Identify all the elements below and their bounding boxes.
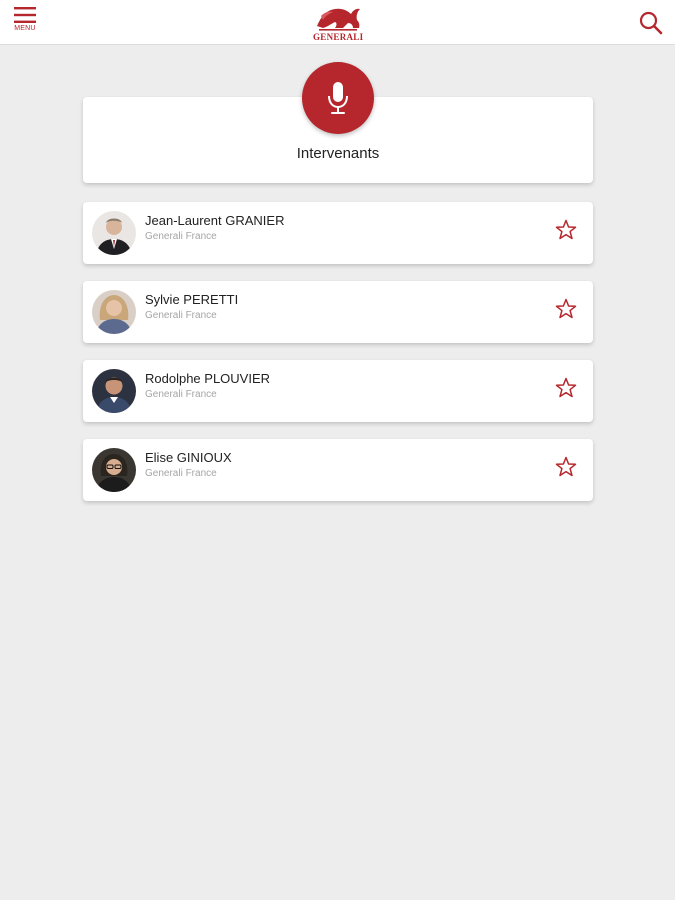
speaker-company: Generali France — [145, 310, 217, 321]
avatar — [92, 369, 136, 413]
speaker-company: Generali France — [145, 468, 217, 479]
logo-text: GENERALI — [313, 32, 364, 42]
menu-label: MENU — [14, 25, 36, 32]
favorite-button[interactable] — [554, 455, 578, 479]
microphone-badge — [302, 62, 374, 134]
avatar — [92, 448, 136, 492]
speaker-name: Elise GINIOUX — [145, 450, 232, 465]
star-outline-icon — [555, 456, 577, 477]
top-bar: MENU GENERALI — [0, 0, 675, 45]
speaker-card[interactable]: Jean-Laurent GRANIER Generali France — [83, 202, 593, 264]
speaker-card[interactable]: Elise GINIOUX Generali France — [83, 439, 593, 501]
speaker-company: Generali France — [145, 389, 217, 400]
page-title: Intervenants — [296, 145, 380, 162]
star-outline-icon — [555, 219, 577, 240]
speaker-card[interactable]: Rodolphe PLOUVIER Generali France — [83, 360, 593, 422]
speaker-name: Jean-Laurent GRANIER — [145, 213, 285, 228]
microphone-icon — [328, 82, 348, 114]
avatar — [92, 290, 136, 334]
hamburger-icon — [14, 7, 36, 23]
search-button[interactable] — [638, 10, 664, 36]
menu-button[interactable]: MENU — [10, 6, 40, 40]
lion-emblem-icon — [317, 8, 360, 31]
speaker-name: Rodolphe PLOUVIER — [145, 371, 271, 386]
favorite-button[interactable] — [554, 297, 578, 321]
star-outline-icon — [555, 298, 577, 319]
search-icon — [639, 11, 663, 35]
favorite-button[interactable] — [554, 218, 578, 242]
speaker-card[interactable]: Sylvie PERETTI Generali France — [83, 281, 593, 343]
speaker-name: Sylvie PERETTI — [145, 292, 239, 307]
avatar — [92, 211, 136, 255]
generali-logo: GENERALI — [313, 4, 363, 42]
favorite-button[interactable] — [554, 376, 578, 400]
star-outline-icon — [555, 377, 577, 398]
speaker-company: Generali France — [145, 231, 217, 242]
